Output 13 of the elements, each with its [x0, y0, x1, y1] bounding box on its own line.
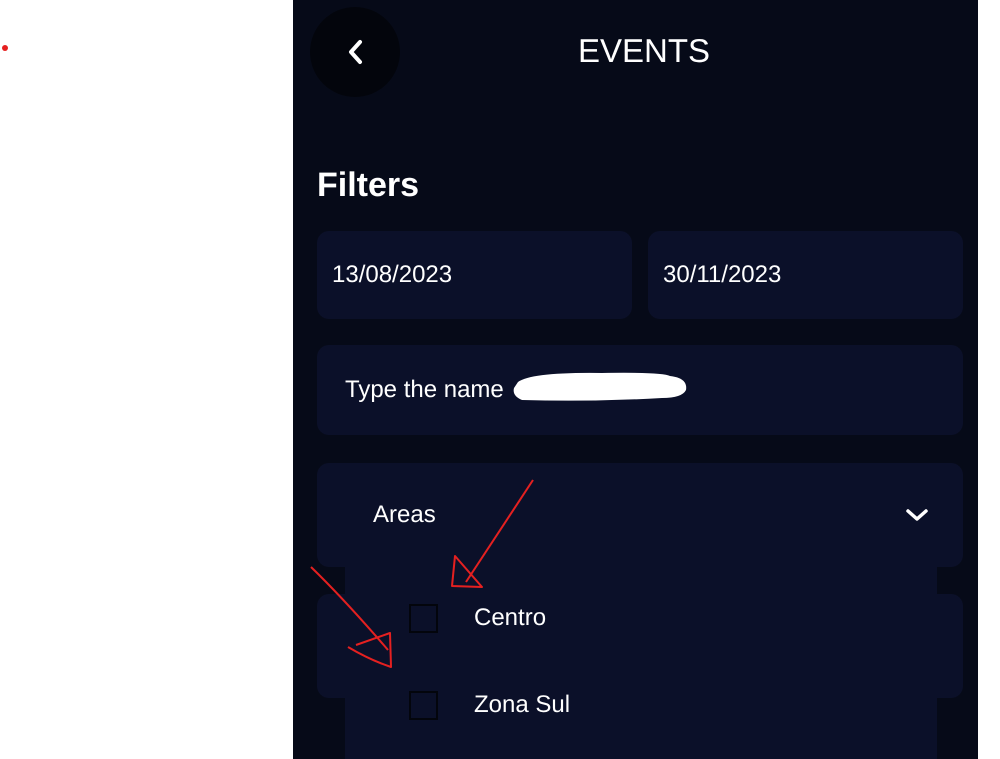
date-field[interactable]: 30/11/2023 [648, 231, 963, 319]
filters-heading: Filters [317, 165, 420, 206]
name-field[interactable]: Type the name [317, 345, 963, 435]
chevron-icon [905, 508, 929, 522]
checkbox[interactable] [409, 604, 438, 632]
date-field[interactable]: 13/08/2023 [317, 231, 632, 319]
option-label[interactable]: Zona Sul [474, 691, 570, 719]
option-label[interactable]: Centro [474, 604, 546, 632]
page-title: EVENTS [578, 32, 710, 70]
annotation-dot [2, 45, 8, 51]
back-icon [347, 38, 363, 64]
areas-dropdown[interactable]: Areas [317, 463, 963, 567]
checkbox[interactable] [409, 690, 438, 720]
